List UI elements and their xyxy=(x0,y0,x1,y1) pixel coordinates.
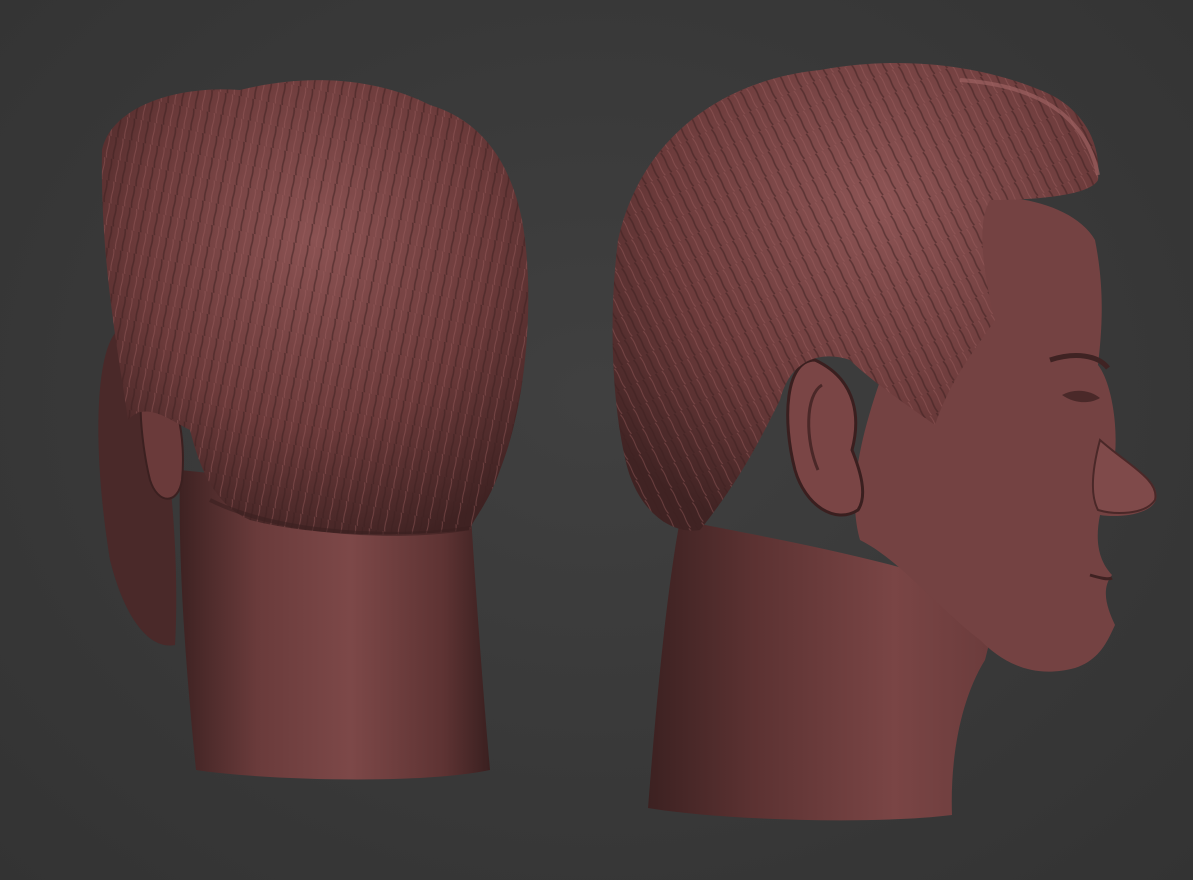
head-sculpt-side-view xyxy=(612,62,1157,821)
render-canvas xyxy=(98,62,1157,821)
side-ear xyxy=(786,358,865,517)
head-sculpt-back-view xyxy=(98,80,529,780)
sculpt-viewport xyxy=(0,0,1193,880)
side-nose xyxy=(1091,438,1157,514)
